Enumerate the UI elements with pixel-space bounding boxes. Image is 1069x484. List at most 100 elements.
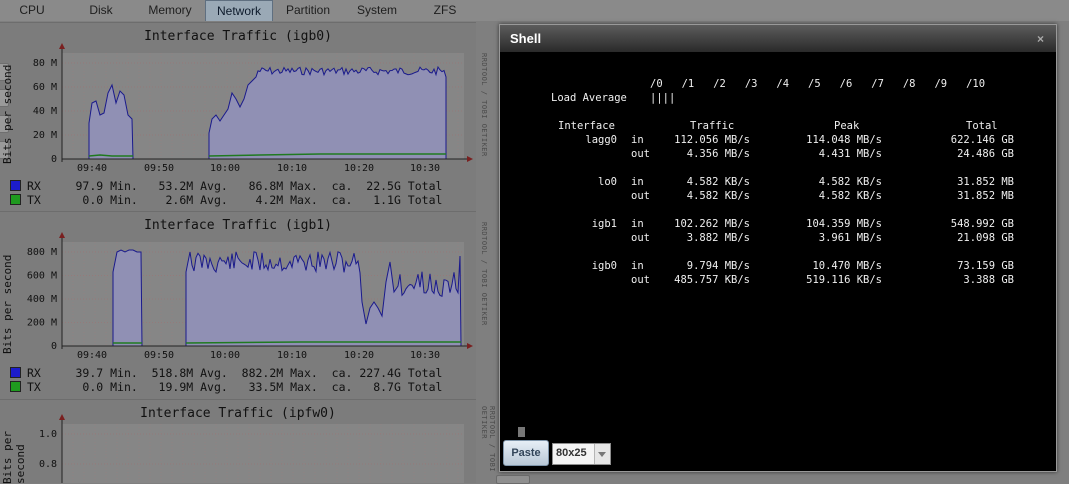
header-total: Total	[966, 120, 998, 132]
rrdtool-label: RRDTOOL / TOBI OETIKER	[480, 222, 488, 326]
shell-window: Shell × /0 /1 /2 /3 /4 /5 /6 /7 /8 /9 /1…	[499, 24, 1057, 472]
legend-rx: RX 97.9 Min. 53.2M Avg. 86.8M Max. ca. 2…	[10, 179, 442, 193]
legend-tx: TX 0.0 Min. 19.9M Avg. 33.5M Max. ca. 8.…	[10, 380, 442, 394]
iface-traffic: 485.757 KB/s	[674, 274, 750, 286]
iface-peak: 519.116 KB/s	[806, 274, 882, 286]
rx-swatch	[10, 180, 21, 191]
iface-direction: out	[631, 274, 650, 286]
iface-total: 548.992 GB	[950, 218, 1014, 230]
tab-cpu[interactable]: CPU	[0, 0, 64, 20]
y-tick-label: 0	[51, 154, 57, 165]
paste-button[interactable]: Paste	[503, 440, 549, 466]
load-bar: ||||	[650, 92, 676, 104]
iface-direction: out	[631, 148, 650, 160]
terminal[interactable]: /0 /1 /2 /3 /4 /5 /6 /7 /8 /9 /10 Load A…	[500, 52, 1056, 439]
x-tick-label: 10:10	[277, 163, 307, 173]
iface-direction: in	[631, 260, 644, 272]
iface-traffic: 3.882 MB/s	[686, 232, 750, 244]
iface-direction: in	[631, 176, 644, 188]
x-tick-label: 10:20	[344, 163, 374, 173]
iface-direction: in	[631, 134, 644, 146]
iface-traffic: 4.356 MB/s	[686, 148, 750, 160]
tab-disk[interactable]: Disk	[70, 0, 132, 20]
iface-peak: 4.431 MB/s	[818, 148, 882, 160]
shell-titlebar[interactable]: Shell ×	[500, 25, 1056, 52]
iface-direction: in	[631, 218, 644, 230]
axis-arrow	[467, 156, 473, 162]
tab-bar: CPU Disk Memory Network Partition System…	[0, 0, 1069, 21]
x-tick-label: 09:40	[77, 350, 107, 361]
x-tick-label: 10:30	[410, 163, 440, 173]
iface-traffic: 4.582 KB/s	[686, 190, 750, 202]
graph-panel-ipfw0: Interface Traffic (ipfw0) Bits per secon…	[0, 399, 496, 484]
x-tick-label: 09:50	[144, 350, 174, 361]
header-peak: Peak	[834, 120, 860, 132]
y-tick-label: 0.8	[39, 459, 57, 470]
iface-total: 31.852 MB	[957, 190, 1014, 202]
iface-peak: 10.470 MB/s	[812, 260, 882, 272]
tx-swatch	[10, 381, 21, 392]
iface-peak: 3.961 MB/s	[818, 232, 882, 244]
axis-arrow	[59, 414, 65, 420]
chevron-down-icon[interactable]	[594, 444, 610, 464]
iface-total: 622.146 GB	[950, 134, 1014, 146]
x-tick-label: 10:00	[210, 163, 240, 173]
y-tick-label: 200 M	[27, 318, 57, 329]
graph-panel-igb0: Interface Traffic (igb0) Bits per second…	[0, 22, 488, 211]
traffic-graph-igb1: 800 M 600 M 400 M 200 M 0 09:40 09:50 10:00 10:1…	[27, 232, 473, 361]
close-icon[interactable]: ×	[1037, 26, 1044, 53]
terminal-size-select[interactable]: 80x25	[552, 443, 611, 465]
iface-name: lagg0	[585, 134, 617, 146]
iface-traffic: 4.582 KB/s	[686, 176, 750, 188]
iface-name: igb1	[591, 218, 617, 230]
y-tick-label: 20 M	[33, 130, 57, 141]
axis-arrow	[467, 343, 473, 349]
iface-name: lo0	[598, 176, 617, 188]
axis-arrow	[59, 43, 65, 49]
header-interface: Interface	[558, 120, 615, 132]
tab-memory[interactable]: Memory	[137, 0, 203, 20]
graph-panel-igb1: Interface Traffic (igb1) Bits per second…	[0, 211, 488, 399]
x-tick-label: 10:10	[277, 350, 307, 361]
iface-total: 73.159 GB	[957, 260, 1014, 272]
iface-direction: out	[631, 232, 650, 244]
y-tick-label: 400 M	[27, 294, 57, 305]
y-tick-label: 1.0	[39, 429, 57, 440]
iface-direction: out	[631, 190, 650, 202]
x-tick-label: 10:20	[344, 350, 374, 361]
tab-system[interactable]: System	[346, 0, 408, 20]
bottom-control[interactable]	[496, 475, 530, 484]
iface-traffic: 112.056 MB/s	[674, 134, 750, 146]
terminal-size-value: 80x25	[556, 447, 587, 459]
header-traffic: Traffic	[690, 120, 735, 132]
traffic-graph-igb0: 80 M 60 M 40 M 20 M 0 09:40 09:50 10:00 10:10 10:…	[33, 43, 473, 173]
iface-peak: 4.582 KB/s	[818, 190, 882, 202]
x-tick-label: 10:30	[410, 350, 440, 361]
iface-total: 31.852 MB	[957, 176, 1014, 188]
iface-total: 21.098 GB	[957, 232, 1014, 244]
plot-area	[62, 424, 464, 483]
load-label: Load Average	[551, 92, 627, 104]
y-tick-label: 800 M	[27, 247, 57, 258]
iface-total: 24.486 GB	[957, 148, 1014, 160]
tab-network[interactable]: Network	[205, 0, 273, 21]
traffic-graph-ipfw0: 1.00.80.6	[39, 414, 464, 483]
rrdtool-label: RRDTOOL / TOBI OETIKER	[480, 406, 496, 473]
legend-rx: RX 39.7 Min. 518.8M Avg. 882.2M Max. ca.…	[10, 366, 442, 380]
iface-peak: 104.359 MB/s	[806, 218, 882, 230]
y-tick-label: 40 M	[33, 106, 57, 117]
iface-total: 3.388 GB	[963, 274, 1014, 286]
axis-arrow	[59, 232, 65, 238]
shell-title: Shell	[510, 31, 542, 46]
y-tick-label: 60 M	[33, 82, 57, 93]
iface-name: igb0	[591, 260, 617, 272]
legend-tx: TX 0.0 Min. 2.6M Avg. 4.2M Max. ca. 1.1G…	[10, 193, 442, 207]
tab-partition[interactable]: Partition	[276, 0, 340, 20]
y-tick-label: 600 M	[27, 271, 57, 282]
tab-zfs[interactable]: ZFS	[414, 0, 476, 20]
tx-swatch	[10, 194, 21, 205]
rrdtool-label: RRDTOOL / TOBI OETIKER	[480, 53, 488, 157]
y-tick-label: 80 M	[33, 58, 57, 69]
iface-peak: 114.048 MB/s	[806, 134, 882, 146]
y-tick-label: 0	[51, 341, 57, 352]
